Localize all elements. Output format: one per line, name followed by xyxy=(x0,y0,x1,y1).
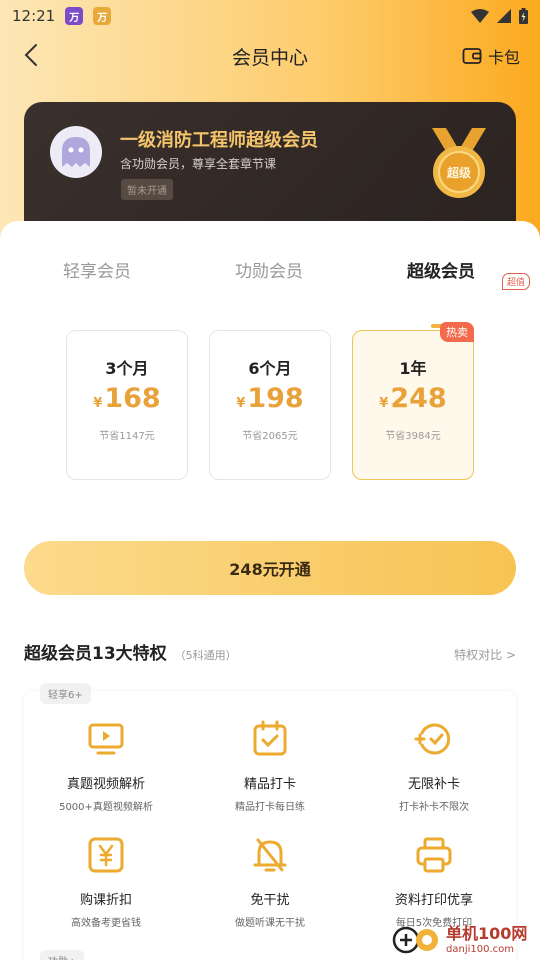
benefits-header: 超级会员13大特权 （5科通用） 特权对比 > xyxy=(24,639,516,664)
benefit-desc: 打卡补卡不限次 xyxy=(399,802,469,813)
wallet-icon xyxy=(462,48,482,64)
ghost-avatar-icon xyxy=(62,137,90,167)
price-value: 168 xyxy=(104,383,161,414)
price-value: 248 xyxy=(390,383,447,414)
benefit-title: 资料打印优享 xyxy=(394,893,473,908)
calendar-check-icon xyxy=(253,720,287,756)
plan-price: ¥248 xyxy=(353,383,473,414)
page-title: 会员中心 xyxy=(231,46,308,69)
medal-icon: 超级 xyxy=(432,128,486,198)
benefit-desc: 做题听课无干扰 xyxy=(235,918,305,929)
benefit-item[interactable]: 免干扰 做题听课无干扰 xyxy=(188,835,352,929)
member-card-subtitle: 含功勋会员，尊享全套章节课 xyxy=(120,157,277,171)
tab-merit-member[interactable]: 功勋会员 xyxy=(235,257,303,282)
benefit-title: 购课折扣 xyxy=(79,893,132,908)
benefit-item[interactable]: 精品打卡 精品打卡每日练 xyxy=(188,719,352,813)
refresh-check-icon xyxy=(414,723,451,755)
currency-symbol: ¥ xyxy=(93,396,103,411)
watermark-logo-icon xyxy=(392,926,438,954)
membership-panel: 轻享会员 功勋会员 超级会员 超值 3个月 ¥168 节省1147元 6个月 ¥… xyxy=(0,221,540,960)
plan-saving: 节省1147元 xyxy=(99,431,155,442)
price-value: 198 xyxy=(247,383,304,414)
plan-option-6-months[interactable]: 6个月 ¥198 节省2065元 xyxy=(209,330,331,480)
yen-coupon-icon xyxy=(88,837,124,873)
membership-tabs: 轻享会员 功勋会员 超级会员 超值 xyxy=(0,251,540,328)
plan-duration: 1年 xyxy=(399,359,427,378)
currency-symbol: ¥ xyxy=(236,396,246,411)
plan-saving: 节省3984元 xyxy=(385,431,441,442)
activate-button[interactable]: 248元开通 xyxy=(24,541,516,595)
benefit-item[interactable]: 无限补卡 打卡补卡不限次 xyxy=(352,719,516,813)
video-play-icon xyxy=(88,723,124,755)
benefits-title: 超级会员13大特权 xyxy=(24,644,167,664)
benefit-group-tag: 功勋+ xyxy=(40,950,85,960)
membership-status-badge: 暂未开通 xyxy=(121,179,173,200)
site-watermark: 单机100网 danji100.com xyxy=(392,920,540,960)
status-bar: 12:21 万 万 xyxy=(0,0,540,32)
wifi-icon xyxy=(471,9,489,23)
member-card-title: 一级消防工程师超级会员 xyxy=(120,130,318,151)
back-arrow-icon[interactable] xyxy=(18,40,48,70)
signal-icon xyxy=(497,9,511,23)
benefit-title: 无限补卡 xyxy=(407,777,460,792)
compare-benefits-link[interactable]: 特权对比 > xyxy=(454,646,516,663)
wallet-button[interactable]: 卡包 xyxy=(462,44,520,68)
notification-app-icon: 万 xyxy=(65,7,84,25)
watermark-text: 单机100网 xyxy=(446,923,528,943)
benefit-group-tag: 轻享6+ xyxy=(40,683,91,704)
plan-saving: 节省2065元 xyxy=(242,431,298,442)
benefit-title: 真题视频解析 xyxy=(66,777,145,792)
benefit-item[interactable]: 真题视频解析 5000+真题视频解析 xyxy=(24,719,188,813)
benefit-title: 精品打卡 xyxy=(243,777,296,792)
plan-duration: 3个月 xyxy=(105,359,149,378)
wallet-label: 卡包 xyxy=(487,48,520,67)
tab-super-member[interactable]: 超级会员 xyxy=(407,257,475,282)
avatar xyxy=(50,126,102,178)
benefit-title: 免干扰 xyxy=(250,893,290,908)
plan-option-3-months[interactable]: 3个月 ¥168 节省1147元 xyxy=(66,330,188,480)
benefit-desc: 精品打卡每日练 xyxy=(235,802,305,813)
benefit-desc: 高效备考更省钱 xyxy=(71,918,141,929)
tab-light-member[interactable]: 轻享会员 xyxy=(63,257,131,282)
notification-app-icon: 万 xyxy=(93,7,112,25)
bell-mute-icon xyxy=(253,838,287,872)
medal-label: 超级 xyxy=(446,165,471,180)
printer-icon xyxy=(416,837,452,873)
plan-price: ¥198 xyxy=(210,383,330,414)
currency-symbol: ¥ xyxy=(379,396,389,411)
plan-duration: 6个月 xyxy=(248,359,292,378)
benefit-desc: 5000+真题视频解析 xyxy=(59,802,153,813)
battery-icon xyxy=(519,8,528,24)
nav-bar: 会员中心 卡包 xyxy=(0,34,540,78)
tab-value-badge: 超值 xyxy=(502,273,531,290)
status-time: 12:21 xyxy=(12,7,56,25)
benefit-item[interactable]: 购课折扣 高效备考更省钱 xyxy=(24,835,188,929)
plan-option-1-year[interactable]: 热卖 1年 ¥248 节省3984元 xyxy=(352,322,474,480)
hot-sale-badge: 热卖 xyxy=(440,322,474,342)
benefits-note: （5科通用） xyxy=(174,649,237,662)
benefit-item[interactable]: 资料打印优享 每日5次免费打印 xyxy=(352,835,516,929)
plan-price: ¥168 xyxy=(67,383,187,414)
watermark-url: danji100.com xyxy=(446,943,514,955)
